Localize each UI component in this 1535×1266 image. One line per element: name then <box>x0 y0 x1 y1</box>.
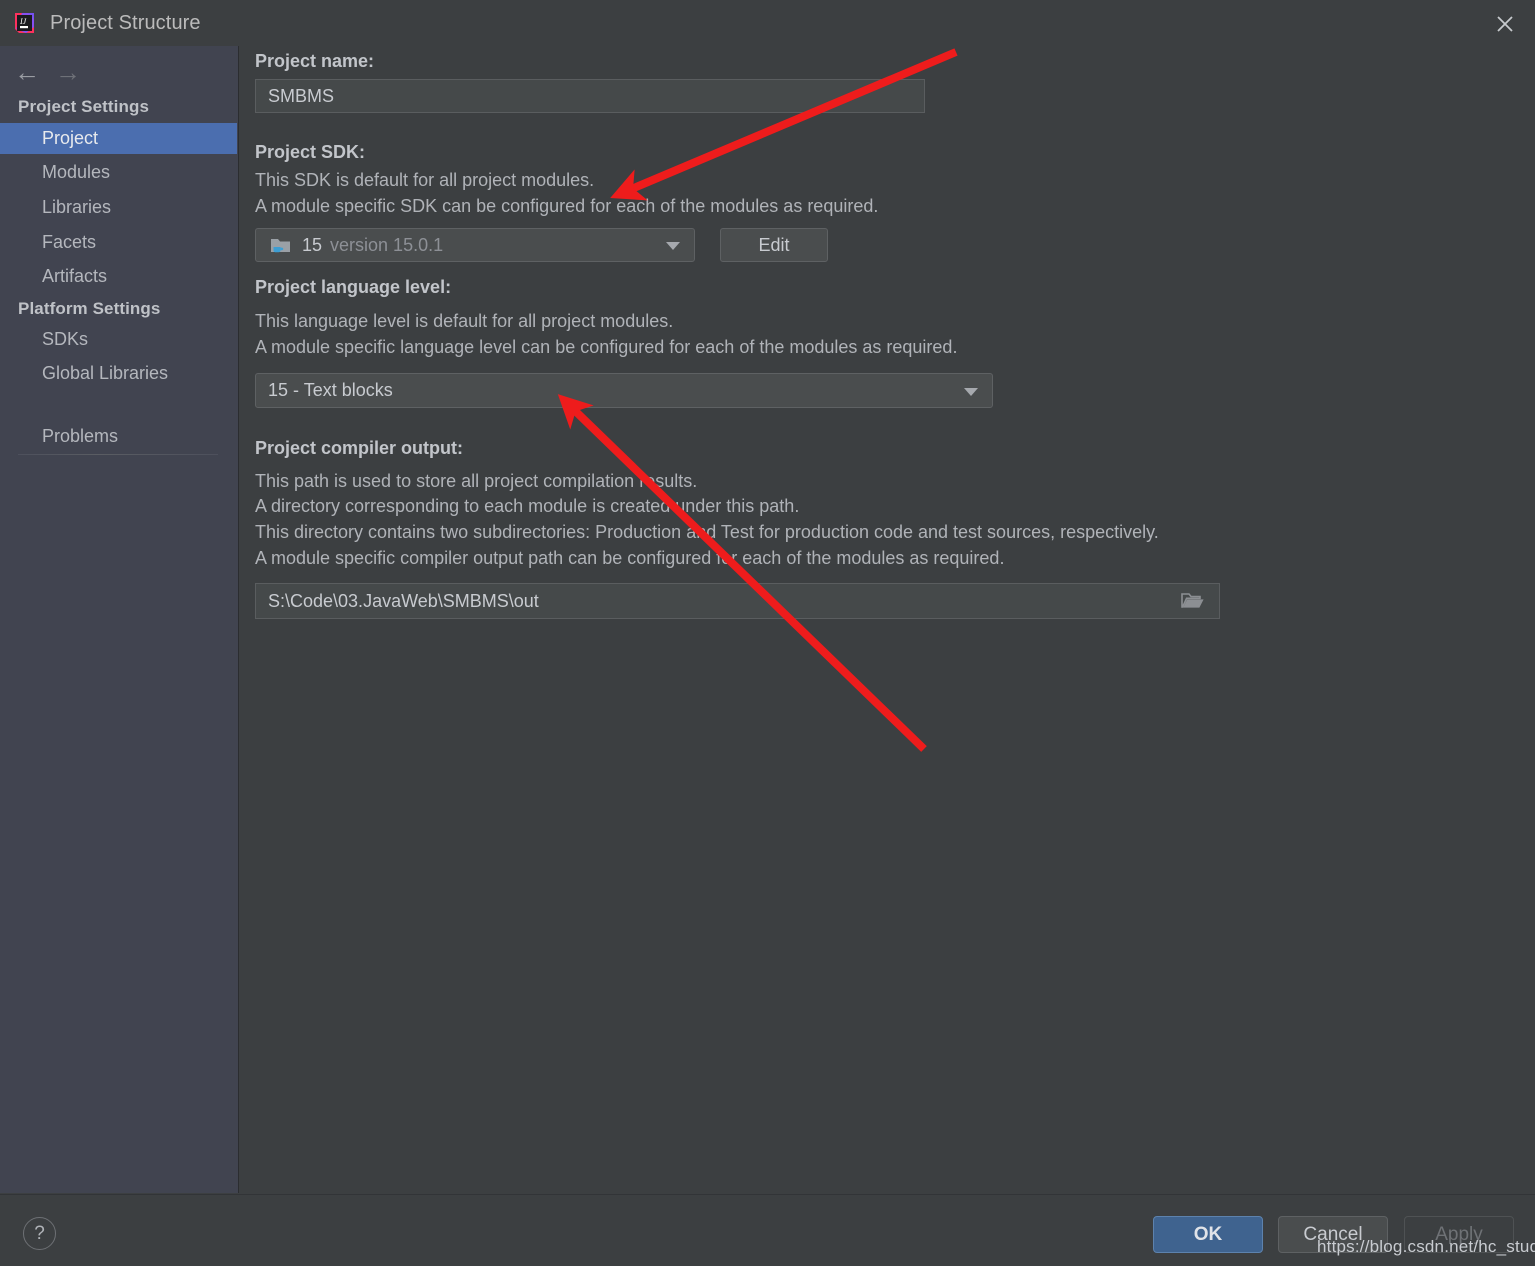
sidebar-item-label: Libraries <box>42 197 112 217</box>
chevron-down-icon <box>964 387 978 396</box>
sidebar-item-libraries[interactable]: Libraries <box>0 192 237 223</box>
compiler-output-desc-1: This path is used to store all project c… <box>255 471 698 491</box>
help-button[interactable]: ? <box>23 1217 56 1250</box>
sidebar-item-modules[interactable]: Modules <box>0 157 237 188</box>
sidebar-group-platform-settings: Platform Settings <box>18 299 161 318</box>
project-structure-dialog: IJ Project Structure ← → Project Setting… <box>0 0 1535 1266</box>
language-level-desc-1: This language level is default for all p… <box>255 311 674 331</box>
sidebar-item-problems[interactable]: Problems <box>0 421 237 452</box>
project-name-label: Project name: <box>255 51 375 71</box>
watermark-text: https://blog.csdn.net/hc_study <box>1317 1237 1535 1256</box>
language-level-desc-2: A module specific language level can be … <box>255 337 958 357</box>
project-sdk-desc-2: A module specific SDK can be configured … <box>255 196 879 216</box>
project-sdk-version: version 15.0.1 <box>330 234 444 255</box>
project-settings-panel: Project name: SMBMS Project SDK: This SD… <box>239 46 1535 1193</box>
svg-text:IJ: IJ <box>19 17 27 26</box>
compiler-output-desc-2: A directory corresponding to each module… <box>255 496 800 516</box>
edit-sdk-button-label: Edit <box>758 234 790 255</box>
language-level-dropdown[interactable]: 15 - Text blocks <box>255 373 993 408</box>
title-bar: IJ Project Structure <box>0 0 1535 46</box>
help-button-label: ? <box>34 1222 45 1244</box>
compiler-output-path-input[interactable]: S:\Code\03.JavaWeb\SMBMS\out <box>255 583 1220 619</box>
sidebar-item-facets[interactable]: Facets <box>0 227 237 258</box>
sidebar-divider <box>18 454 218 455</box>
compiler-output-label: Project compiler output: <box>255 438 464 458</box>
project-sdk-dropdown[interactable]: 15 version 15.0.1 <box>255 228 695 262</box>
sidebar-item-sdks[interactable]: SDKs <box>0 324 237 355</box>
sidebar-item-global-libraries[interactable]: Global Libraries <box>0 358 237 389</box>
arrow-left-icon[interactable]: ← <box>14 55 40 89</box>
edit-sdk-button[interactable]: Edit <box>720 228 828 262</box>
navigation-arrows: ← → <box>10 55 110 89</box>
sidebar-item-label: Problems <box>42 426 119 446</box>
language-level-value: 15 - Text blocks <box>268 380 393 400</box>
close-icon[interactable] <box>1489 8 1521 40</box>
language-level-label: Project language level: <box>255 277 452 297</box>
sidebar-item-project[interactable]: Project <box>0 123 237 154</box>
java-sdk-folder-icon <box>270 236 292 261</box>
dialog-footer: ? OK Cancel Apply <box>0 1194 1535 1266</box>
sidebar-item-artifacts[interactable]: Artifacts <box>0 261 237 292</box>
folder-open-icon[interactable] <box>1166 585 1218 617</box>
intellij-idea-logo-icon: IJ <box>12 11 37 36</box>
compiler-output-desc-4: A module specific compiler output path c… <box>255 548 1005 568</box>
sidebar-item-label: SDKs <box>42 329 89 349</box>
sidebar-item-label: Artifacts <box>42 266 108 286</box>
ok-button[interactable]: OK <box>1153 1216 1263 1253</box>
compiler-output-path-value: S:\Code\03.JavaWeb\SMBMS\out <box>268 590 539 611</box>
arrow-right-icon[interactable]: → <box>55 55 81 89</box>
project-name-value: SMBMS <box>268 85 335 106</box>
sidebar-item-label: Facets <box>42 232 97 252</box>
sidebar-item-label: Project <box>42 128 99 148</box>
project-sdk-label: Project SDK: <box>255 142 366 162</box>
window-title: Project Structure <box>50 12 201 34</box>
project-sdk-value: 15 <box>302 234 323 255</box>
chevron-down-icon <box>666 242 680 250</box>
sidebar-item-label: Global Libraries <box>42 363 169 383</box>
ok-button-label: OK <box>1193 1223 1223 1245</box>
settings-sidebar: ← → Project Settings Project Modules Lib… <box>0 46 239 1193</box>
project-sdk-desc-1: This SDK is default for all project modu… <box>255 170 595 190</box>
sidebar-item-label: Modules <box>42 162 111 182</box>
compiler-output-desc-3: This directory contains two subdirectori… <box>255 522 1159 542</box>
sidebar-group-project-settings: Project Settings <box>18 97 150 116</box>
project-name-input[interactable]: SMBMS <box>255 79 925 113</box>
